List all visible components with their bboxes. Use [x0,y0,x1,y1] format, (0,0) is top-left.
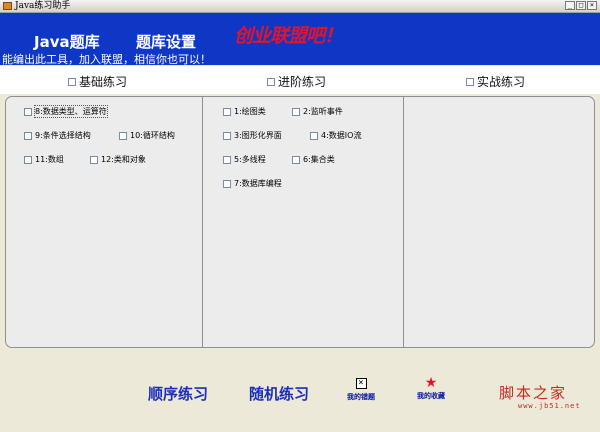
option-label: 4:数据IO流 [321,131,362,140]
window-titlebar[interactable]: Java练习助手 _ □ × [0,0,600,13]
checkbox[interactable] [267,77,275,86]
option-conditional-structure[interactable]: 9:条件选择结构 [24,130,91,141]
checkbox[interactable] [24,155,32,164]
favorites-label: 我的收藏 [417,392,445,400]
menu-question-bank-settings[interactable]: 题库设置 [136,31,196,52]
checkbox[interactable] [90,155,98,164]
star-icon: ★ [424,375,438,391]
option-collections[interactable]: 6:集合类 [292,154,335,165]
option-label: 5:多线程 [234,155,266,164]
option-label: 1:绘图类 [234,107,266,116]
wrong-questions-button[interactable]: × 我的错题 [347,378,375,402]
checkbox[interactable] [310,131,318,140]
checkbox[interactable] [119,131,127,140]
option-label: 8:数据类型、运算符 [34,105,108,118]
checkbox[interactable] [24,107,32,116]
practice-tabs: 基础练习 进阶练习 实战练习 [0,66,600,94]
option-label: 3:图形化界面 [234,131,282,140]
checkbox[interactable] [24,131,32,140]
checkbox[interactable] [223,179,231,188]
checkbox[interactable] [223,107,231,116]
option-label: 9:条件选择结构 [35,131,91,140]
column-divider [403,97,404,347]
wrong-questions-icon: × [355,378,367,389]
app-icon [3,2,12,10]
tab-basic-practice[interactable]: 基础练习 [68,73,127,90]
option-label: 11:数组 [35,155,64,164]
slogan-logo: 创业联盟吧！ [234,25,343,47]
option-label: 10:循环结构 [130,131,175,140]
tab-label: 实战练习 [477,75,526,89]
option-label: 6:集合类 [303,155,335,164]
option-database-programming[interactable]: 7:数据库编程 [223,178,282,189]
checkbox[interactable] [466,77,474,86]
option-classes-objects[interactable]: 12:类和对象 [90,154,146,165]
option-gui[interactable]: 3:图形化界面 [223,130,282,141]
random-practice-button[interactable]: 随机练习 [249,383,309,404]
option-data-io-streams[interactable]: 4:数据IO流 [310,130,361,141]
tagline: 能编出此工具，加入联盟，相信你也可以！ [2,53,211,66]
minimize-button[interactable]: _ [565,1,575,10]
checkbox[interactable] [223,131,231,140]
sequential-practice-button[interactable]: 顺序练习 [148,383,208,404]
tab-real-practice[interactable]: 实战练习 [466,73,525,90]
option-label: 2:监听事件 [303,107,343,116]
option-multithreading[interactable]: 5:多线程 [223,154,266,165]
tab-advanced-practice[interactable]: 进阶练习 [267,73,326,90]
option-label: 12:类和对象 [101,155,146,164]
window-title: Java练习助手 [15,1,71,11]
checkbox[interactable] [223,155,231,164]
favorites-button[interactable]: ★ 我的收藏 [417,376,445,401]
tab-label: 基础练习 [79,75,128,89]
window-controls: _ □ × [565,1,597,10]
wrong-questions-label: 我的错题 [347,393,375,401]
checkbox[interactable] [292,155,300,164]
question-category-panel: 8:数据类型、运算符 9:条件选择结构 10:循环结构 11:数组 12:类和对… [5,96,595,348]
watermark-url: www.jb51.net [518,402,581,410]
option-drawing[interactable]: 1:绘图类 [223,106,266,117]
maximize-button[interactable]: □ [576,1,586,10]
header-banner: Java题库 题库设置 创业联盟吧！ 能编出此工具，加入联盟，相信你也可以！ [0,13,600,66]
watermark-title: 脚本之家 [499,384,568,402]
option-label: 7:数据库编程 [234,179,282,188]
close-button[interactable]: × [587,1,597,10]
checkbox[interactable] [292,107,300,116]
option-event-listeners[interactable]: 2:监听事件 [292,106,343,117]
option-loop-structure[interactable]: 10:循环结构 [119,130,175,141]
column-divider [202,97,203,347]
tab-label: 进阶练习 [278,75,327,89]
option-data-types-operators[interactable]: 8:数据类型、运算符 [24,105,108,118]
option-arrays[interactable]: 11:数组 [24,154,64,165]
menu-java-question-bank[interactable]: Java题库 [34,31,100,52]
checkbox[interactable] [68,77,76,86]
